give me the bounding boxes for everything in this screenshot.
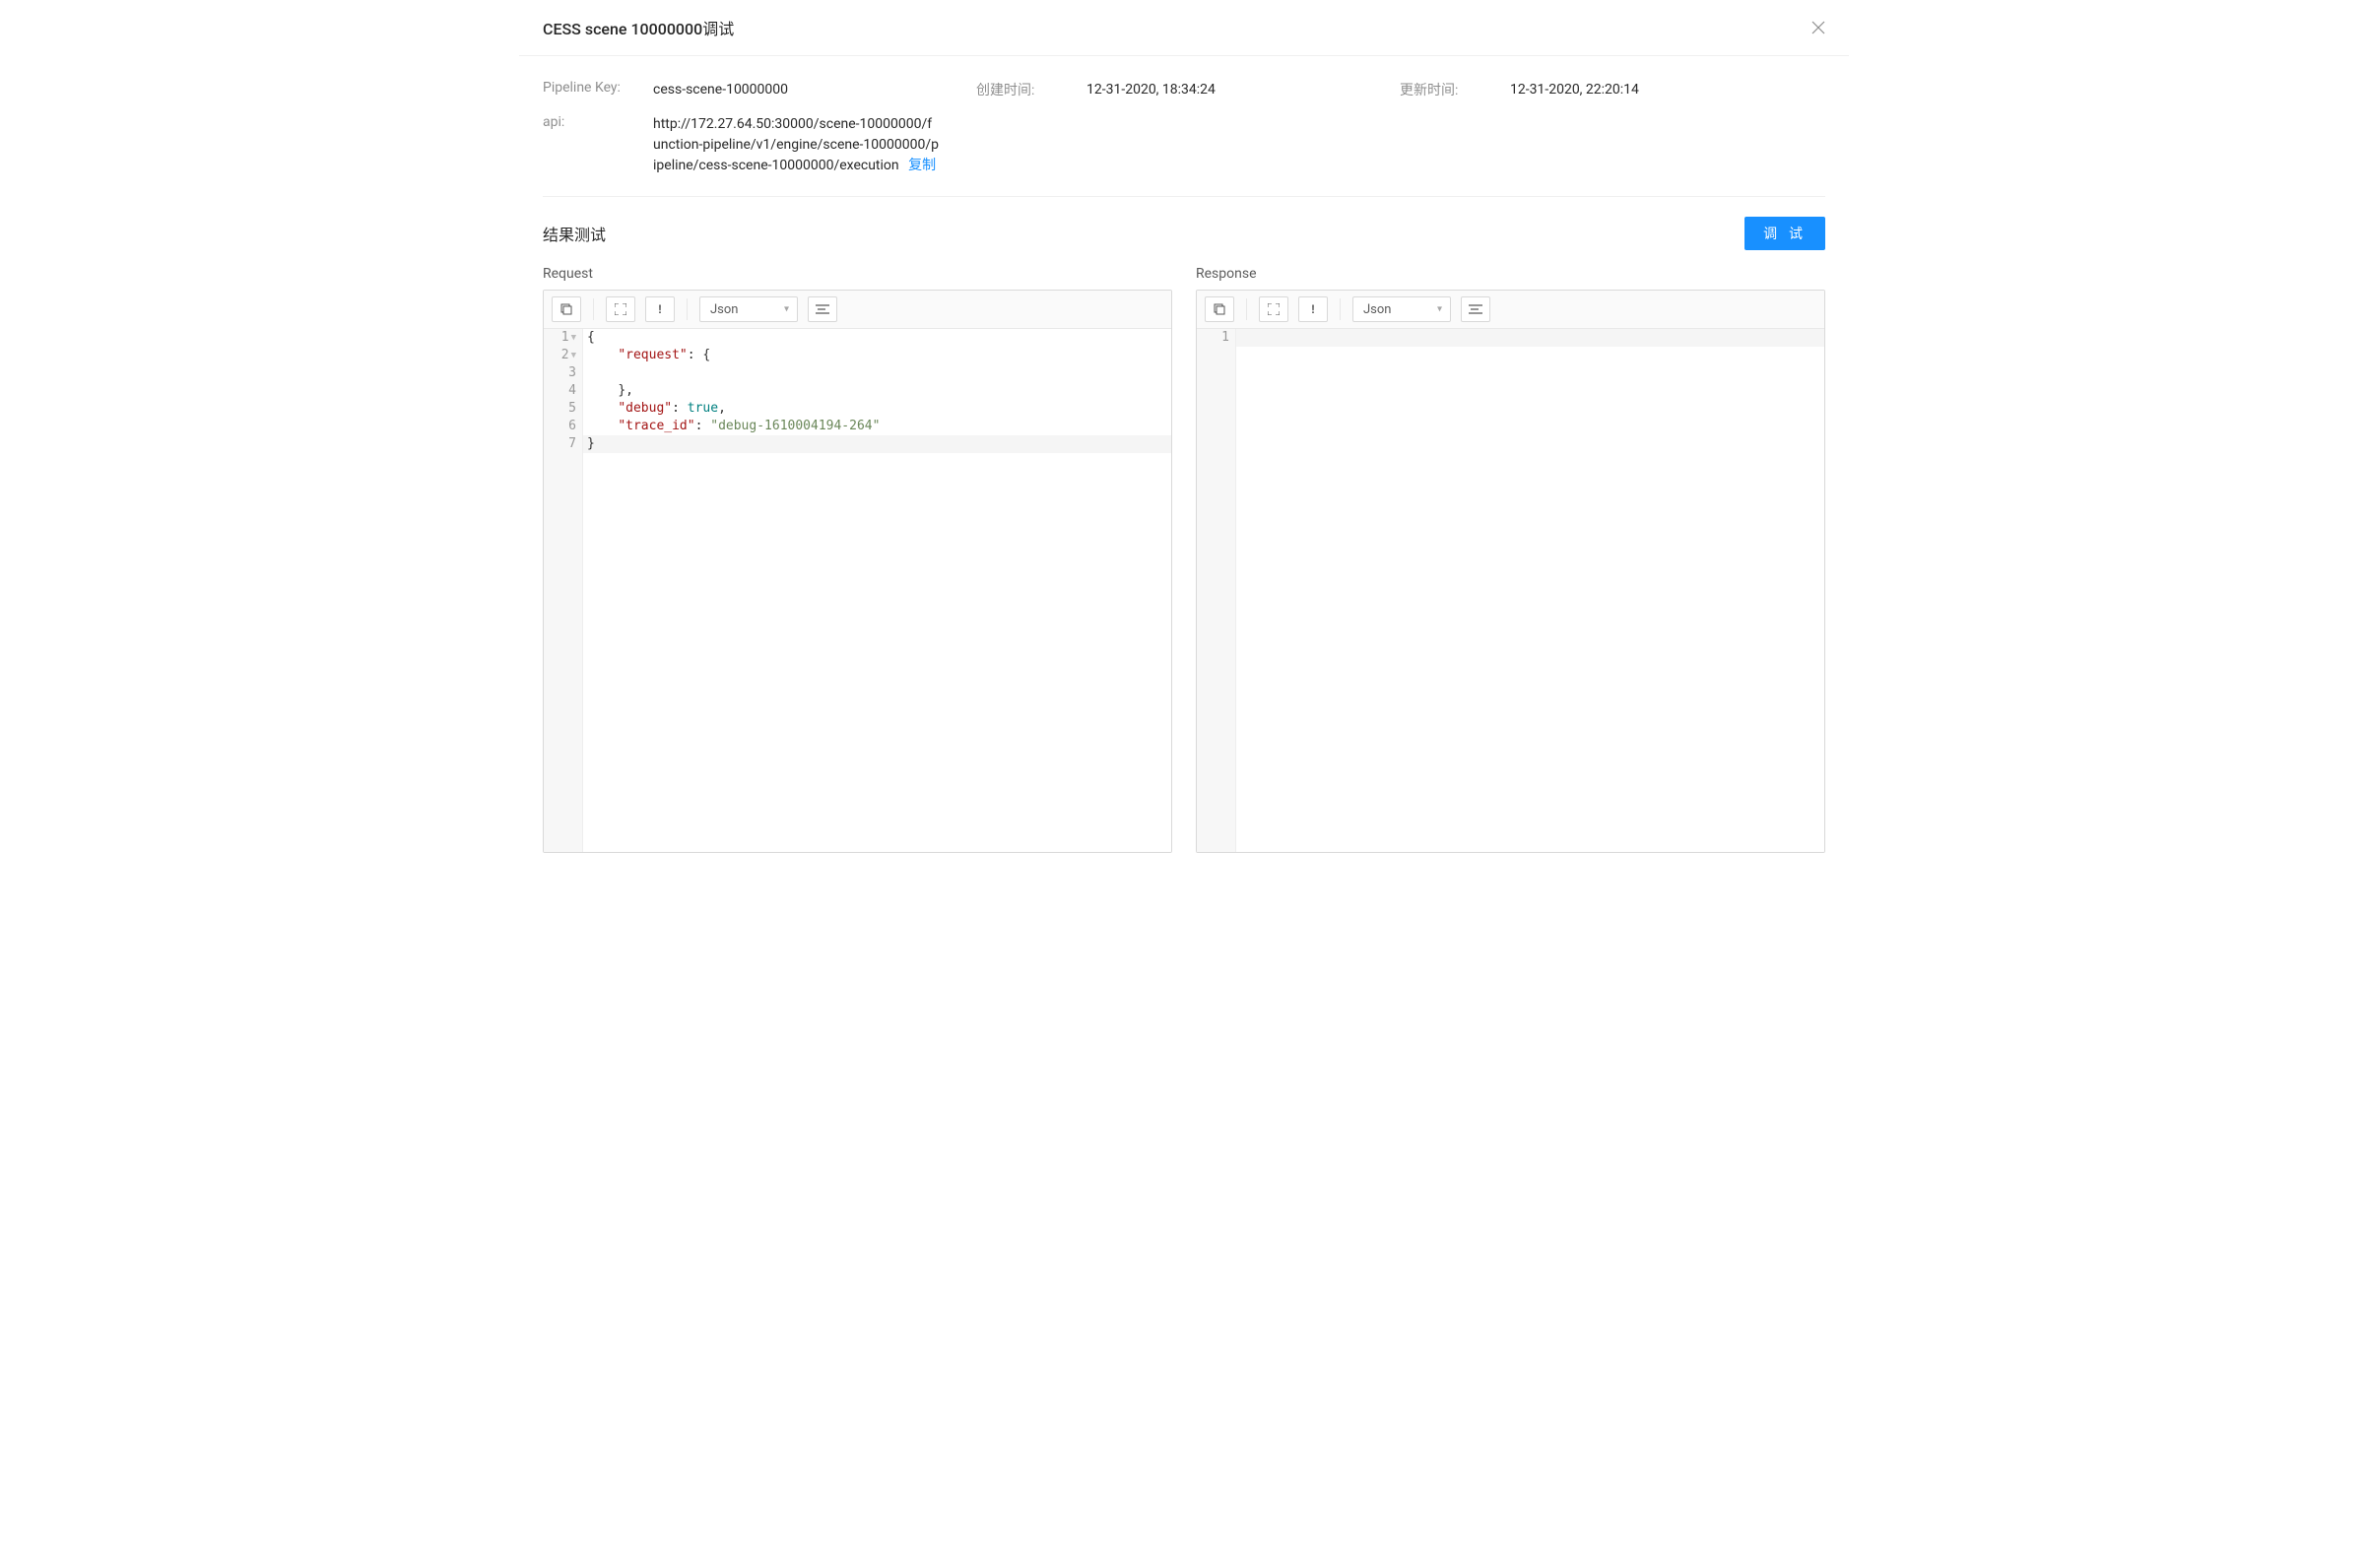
debug-button[interactable]: 调 试 <box>1744 217 1825 250</box>
api-url-text: http://172.27.64.50:30000/scene-10000000… <box>653 116 939 173</box>
modal-title: CESS scene 10000000调试 <box>543 16 734 39</box>
code-lines[interactable]: { "request": { }, "debug": true, "trace_… <box>583 329 1171 852</box>
info-pipeline-key: Pipeline Key: cess-scene-10000000 <box>543 80 976 100</box>
format-select[interactable]: Json ▾ <box>699 296 798 322</box>
code-line[interactable]: }, <box>583 382 1171 400</box>
request-panel: Request ! Json ▾ 1▼2▼34567 { "request": { <box>543 266 1172 853</box>
toolbar-separator <box>593 298 594 320</box>
info-label: Pipeline Key: <box>543 80 653 96</box>
code-line[interactable] <box>583 364 1171 382</box>
close-icon[interactable] <box>1811 21 1825 34</box>
format-icon[interactable] <box>1461 296 1490 322</box>
format-select[interactable]: Json ▾ <box>1352 296 1451 322</box>
copy-link[interactable]: 复制 <box>908 158 936 173</box>
warning-icon[interactable]: ! <box>645 296 675 322</box>
code-line[interactable]: "trace_id": "debug-1610004194-264" <box>583 418 1171 435</box>
panel-label: Response <box>1196 266 1825 282</box>
fold-icon[interactable]: ▼ <box>571 329 576 347</box>
toolbar-separator <box>1340 298 1341 320</box>
chevron-down-icon: ▾ <box>784 304 789 315</box>
modal-body: Pipeline Key: cess-scene-10000000 创建时间: … <box>519 56 1849 877</box>
info-value: 12-31-2020, 18:34:24 <box>1086 80 1216 100</box>
code-line[interactable]: "debug": true, <box>583 400 1171 418</box>
line-number: 1 <box>1197 329 1235 347</box>
warning-icon[interactable]: ! <box>1298 296 1328 322</box>
debug-modal: CESS scene 10000000调试 Pipeline Key: cess… <box>519 0 1849 877</box>
info-created: 创建时间: 12-31-2020, 18:34:24 <box>976 80 1400 100</box>
expand-icon[interactable] <box>1259 296 1288 322</box>
toolbar-separator <box>687 298 688 320</box>
info-value: cess-scene-10000000 <box>653 80 788 100</box>
panel-label: Request <box>543 266 1172 282</box>
request-editor: ! Json ▾ 1▼2▼34567 { "request": { }, "deb… <box>543 290 1172 853</box>
line-number: 5 <box>544 400 582 418</box>
format-icon[interactable] <box>808 296 837 322</box>
format-select-value: Json <box>710 302 738 317</box>
line-number: 3 <box>544 364 582 382</box>
code-line[interactable]: { <box>583 329 1171 347</box>
response-editor: ! Json ▾ 1 <box>1196 290 1825 853</box>
line-number: 2▼ <box>544 347 582 364</box>
gutter: 1▼2▼34567 <box>544 329 583 852</box>
info-api: api: http://172.27.64.50:30000/scene-100… <box>543 114 1823 176</box>
editor-toolbar: ! Json ▾ <box>1197 291 1824 329</box>
fold-icon[interactable]: ▼ <box>571 347 576 364</box>
editor-toolbar: ! Json ▾ <box>544 291 1171 329</box>
info-label: 更新时间: <box>1400 80 1510 99</box>
copy-icon[interactable] <box>1205 296 1234 322</box>
info-label: api: <box>543 114 653 130</box>
code-lines[interactable] <box>1236 329 1824 852</box>
copy-icon[interactable] <box>552 296 581 322</box>
divider <box>543 196 1825 197</box>
line-number: 1▼ <box>544 329 582 347</box>
info-grid: Pipeline Key: cess-scene-10000000 创建时间: … <box>543 80 1825 176</box>
modal-header: CESS scene 10000000调试 <box>519 0 1849 56</box>
info-value: http://172.27.64.50:30000/scene-10000000… <box>653 114 939 176</box>
line-number: 4 <box>544 382 582 400</box>
format-select-value: Json <box>1363 302 1391 317</box>
toolbar-separator <box>1246 298 1247 320</box>
code-area[interactable]: 1▼2▼34567 { "request": { }, "debug": tru… <box>544 329 1171 852</box>
info-value: 12-31-2020, 22:20:14 <box>1510 80 1639 100</box>
info-label: 创建时间: <box>976 80 1086 99</box>
line-number: 6 <box>544 418 582 435</box>
code-area[interactable]: 1 <box>1197 329 1824 852</box>
response-panel: Response ! Json ▾ 1 <box>1196 266 1825 853</box>
line-number: 7 <box>544 435 582 453</box>
code-line[interactable] <box>1236 329 1824 347</box>
code-line[interactable]: "request": { <box>583 347 1171 364</box>
panels: Request ! Json▾ 1▼2▼34567 { "request": { <box>543 266 1825 853</box>
code-line[interactable]: } <box>583 435 1171 453</box>
section-title: 结果测试 <box>543 222 606 245</box>
gutter: 1 <box>1197 329 1236 852</box>
info-updated: 更新时间: 12-31-2020, 22:20:14 <box>1400 80 1823 100</box>
expand-icon[interactable] <box>606 296 635 322</box>
chevron-down-icon: ▾ <box>1437 304 1442 315</box>
section-header: 结果测试 调 试 <box>543 217 1825 250</box>
